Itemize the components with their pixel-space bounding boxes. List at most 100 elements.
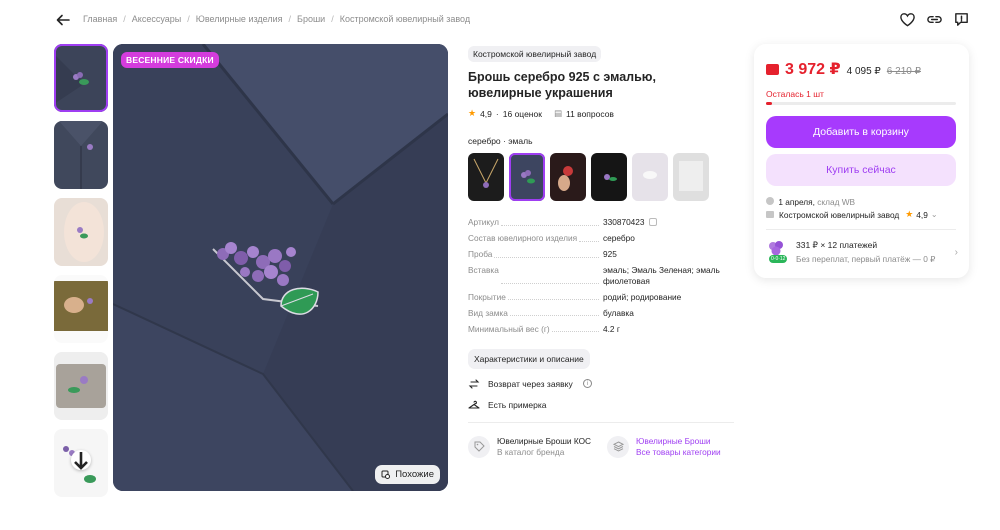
brand-chip[interactable]: Костромской ювелирный завод: [468, 46, 602, 62]
spec-value: булавка: [603, 307, 634, 318]
spec-dots: [500, 265, 599, 284]
spec-row: Артикул 330870423: [468, 217, 734, 228]
report-icon[interactable]: [953, 11, 970, 28]
stock-bar: [766, 102, 956, 105]
thumbnail-1[interactable]: [54, 44, 108, 112]
scroll-down-button[interactable]: [71, 450, 91, 470]
spec-row: Состав ювелирного изделия серебро: [468, 233, 734, 244]
link-icon[interactable]: [926, 11, 943, 28]
spec-key-label: Состав ювелирного изделия: [468, 233, 580, 244]
similar-button[interactable]: Похожие: [375, 465, 440, 484]
variant-image: [550, 153, 586, 201]
breadcrumb-separator: /: [187, 14, 190, 24]
brand-link-sub: В каталог бренда: [497, 446, 565, 457]
product-info: Костромской ювелирный завод Брошь серебр…: [468, 44, 734, 458]
price-row: 3 972 ₽ 4 095 ₽ 6 210 ₽: [766, 59, 921, 79]
spec-key: Вставка: [468, 265, 603, 286]
tag-icon: [468, 435, 490, 458]
spec-key-label: Вставка: [468, 265, 501, 286]
delivery-place: склад WB: [817, 197, 856, 207]
spec-key-label: Покрытие: [468, 291, 508, 302]
catalog-links: Ювелирные Броши КОС В каталог бренда Юве…: [468, 435, 734, 458]
spec-key: Артикул: [468, 217, 603, 228]
spec-value: эмаль; Эмаль Зеленая; эмаль фиолетовая: [603, 265, 720, 286]
spec-key-label: Проба: [468, 249, 495, 260]
spec-dots: [500, 217, 599, 226]
stock-bar-fill: [766, 102, 772, 105]
fitting-perk: Есть примерка: [468, 399, 734, 411]
add-to-cart-button[interactable]: Добавить в корзину: [766, 116, 956, 148]
breadcrumb-item-home[interactable]: Главная: [83, 14, 117, 24]
variant-image: [673, 153, 709, 201]
stack-icon: [607, 435, 629, 458]
thumbnail-4[interactable]: [54, 275, 108, 343]
breadcrumb-separator: /: [288, 14, 292, 24]
spec-list: Артикул 330870423 Состав ювелирного изде…: [468, 217, 734, 334]
installment-badge: 0·0·12: [771, 256, 786, 262]
breadcrumb-item-brooches[interactable]: Броши: [297, 14, 325, 24]
thumbnail-3[interactable]: [54, 198, 108, 266]
reviews-count[interactable]: 16 оценок: [503, 109, 542, 119]
questions-count[interactable]: 11 вопросов: [566, 109, 614, 119]
spec-key: Минимальный вес (г): [468, 323, 603, 334]
spec-dots: [494, 249, 599, 258]
back-arrow-icon[interactable]: [55, 12, 71, 28]
spec-key-label: Артикул: [468, 217, 501, 228]
characteristics-button[interactable]: Характеристики и описание: [468, 348, 590, 369]
divider: [766, 229, 956, 230]
category-link[interactable]: Ювелирные Броши Все товары категории: [607, 435, 734, 458]
thumbnail-image: [54, 121, 108, 189]
thumbnail-image: [54, 275, 108, 343]
variant-6[interactable]: [673, 153, 709, 201]
delivery-date: 1 апреля,: [778, 197, 815, 207]
variant-label: серебро · эмаль: [468, 136, 533, 146]
breadcrumb-item-jewelry[interactable]: Ювелирные изделия: [196, 14, 283, 24]
similar-icon: [381, 470, 391, 479]
sale-badge: ВЕСЕННИЕ СКИДКИ: [121, 52, 219, 68]
variant-5[interactable]: [632, 153, 668, 201]
spec-row: Минимальный вес (г) 4.2 г: [468, 323, 734, 334]
variant-4[interactable]: [591, 153, 627, 201]
buy-now-button[interactable]: Купить сейчас: [766, 154, 956, 186]
spec-key: Вид замка: [468, 307, 603, 318]
truck-icon: [766, 197, 774, 205]
thumbnail-image: [54, 198, 108, 266]
thumbnail-2[interactable]: [54, 121, 108, 189]
spec-value: серебро: [603, 233, 635, 243]
return-icon: [468, 378, 480, 389]
product-page: Главная / Аксессуары / Ювелирные изделия…: [0, 0, 1000, 530]
breadcrumb-separator: /: [123, 14, 126, 24]
seller-rating: 4,9: [916, 209, 928, 220]
price-without-wallet: 4 095 ₽: [846, 66, 881, 77]
rating-value[interactable]: 4,9: [480, 109, 492, 119]
questions-icon: ▤: [553, 108, 562, 118]
variant-2[interactable]: [509, 153, 545, 201]
spec-key: Проба: [468, 249, 603, 260]
spec-dots: [507, 292, 599, 300]
installment-main: 331 ₽ × 12 платежей: [796, 240, 878, 250]
thumbnail-list: [54, 44, 108, 506]
thumbnail-6[interactable]: [54, 429, 108, 497]
delivery-info: 1 апреля, склад WB: [766, 197, 855, 207]
heart-icon[interactable]: [899, 11, 916, 28]
variant-image: [591, 153, 627, 201]
spec-value: 925: [603, 249, 617, 259]
copy-icon[interactable]: [648, 218, 657, 226]
variant-3[interactable]: [550, 153, 586, 201]
installment-offer[interactable]: 0·0·12 331 ₽ × 12 платежей Без переплат,…: [766, 239, 958, 265]
thumbnail-5[interactable]: [54, 352, 108, 420]
brand-catalog-link[interactable]: Ювелирные Броши КОС В каталог бренда: [468, 435, 595, 458]
spec-value: 4.2 г: [603, 323, 620, 334]
breadcrumb-item-brand[interactable]: Костромской ювелирный завод: [340, 14, 470, 24]
breadcrumb-separator: /: [331, 14, 334, 24]
main-product-image[interactable]: ВЕСЕННИЕ СКИДКИ Похожие: [113, 44, 448, 491]
variant-1[interactable]: [468, 153, 504, 201]
info-icon[interactable]: i: [582, 379, 592, 388]
installment-text: 331 ₽ × 12 платежей Без переплат, первый…: [796, 240, 935, 264]
variant-image: [632, 153, 668, 201]
star-icon: ★: [468, 108, 477, 118]
seller-info[interactable]: Костромской ювелирный завод ★ 4,9 ⌄: [766, 209, 938, 220]
return-label: Возврат через заявку: [488, 378, 573, 389]
breadcrumb: Главная / Аксессуары / Ювелирные изделия…: [83, 14, 470, 24]
breadcrumb-item-accessories[interactable]: Аксессуары: [132, 14, 181, 24]
